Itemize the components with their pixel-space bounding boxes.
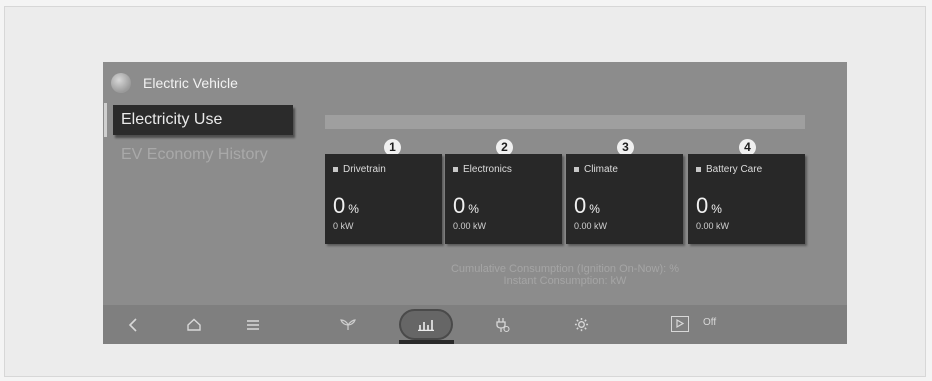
card-power: 0.00 kW <box>453 221 487 231</box>
cumulative-consumption: Cumulative Consumption (Ignition On-Now)… <box>450 263 680 275</box>
figure-frame: Electric Vehicle Electricity Use EV Econ… <box>4 6 926 377</box>
top-bar <box>325 115 805 129</box>
card-value: 0 <box>333 193 346 218</box>
home-icon[interactable] <box>185 305 203 344</box>
card-unit: % <box>589 202 600 216</box>
bullet-icon <box>333 167 338 172</box>
card-label: Battery Care <box>706 164 763 175</box>
globe-icon <box>111 73 131 93</box>
card-power: 0.00 kW <box>574 221 608 231</box>
header-title: Electric Vehicle <box>143 75 238 91</box>
card-drivetrain: Drivetrain 0% 0 kW <box>325 154 442 244</box>
menu-item-electricity-use[interactable]: Electricity Use <box>104 103 293 137</box>
play-icon[interactable] <box>671 316 689 332</box>
card-label: Climate <box>584 164 618 175</box>
instant-consumption: Instant Consumption: kW <box>503 275 627 287</box>
card-unit: % <box>468 202 479 216</box>
bullet-icon <box>574 167 579 172</box>
card-label: Electronics <box>463 164 512 175</box>
eco-icon[interactable] <box>339 305 357 344</box>
card-value: 0 <box>453 193 466 218</box>
card-climate: Climate 0% 0.00 kW <box>566 154 683 244</box>
card-battery-care: Battery Care 0% 0.00 kW <box>688 154 805 244</box>
menu-icon[interactable] <box>245 305 261 344</box>
card-label: Drivetrain <box>343 164 386 175</box>
card-value: 0 <box>696 193 709 218</box>
menu-item-ev-economy-history[interactable]: EV Economy History <box>121 146 268 164</box>
ev-screen: Electric Vehicle Electricity Use EV Econ… <box>103 62 847 344</box>
active-indicator <box>399 340 454 344</box>
bullet-icon <box>696 167 701 172</box>
card-power: 0 kW <box>333 221 354 231</box>
card-electronics: Electronics 0% 0.00 kW <box>445 154 562 244</box>
bottom-nav-bar: Off <box>103 305 847 344</box>
screen-header: Electric Vehicle <box>111 72 238 94</box>
card-unit: % <box>348 202 359 216</box>
bullet-icon <box>453 167 458 172</box>
consumption-summary: Cumulative Consumption (Ignition On-Now)… <box>325 263 805 287</box>
card-power: 0.00 kW <box>696 221 730 231</box>
charging-icon[interactable] <box>494 305 512 344</box>
settings-icon[interactable] <box>572 305 590 344</box>
card-value: 0 <box>574 193 587 218</box>
back-icon[interactable] <box>125 305 141 344</box>
play-state-label: Off <box>703 317 717 328</box>
card-unit: % <box>711 202 722 216</box>
chart-icon[interactable] <box>401 311 451 338</box>
